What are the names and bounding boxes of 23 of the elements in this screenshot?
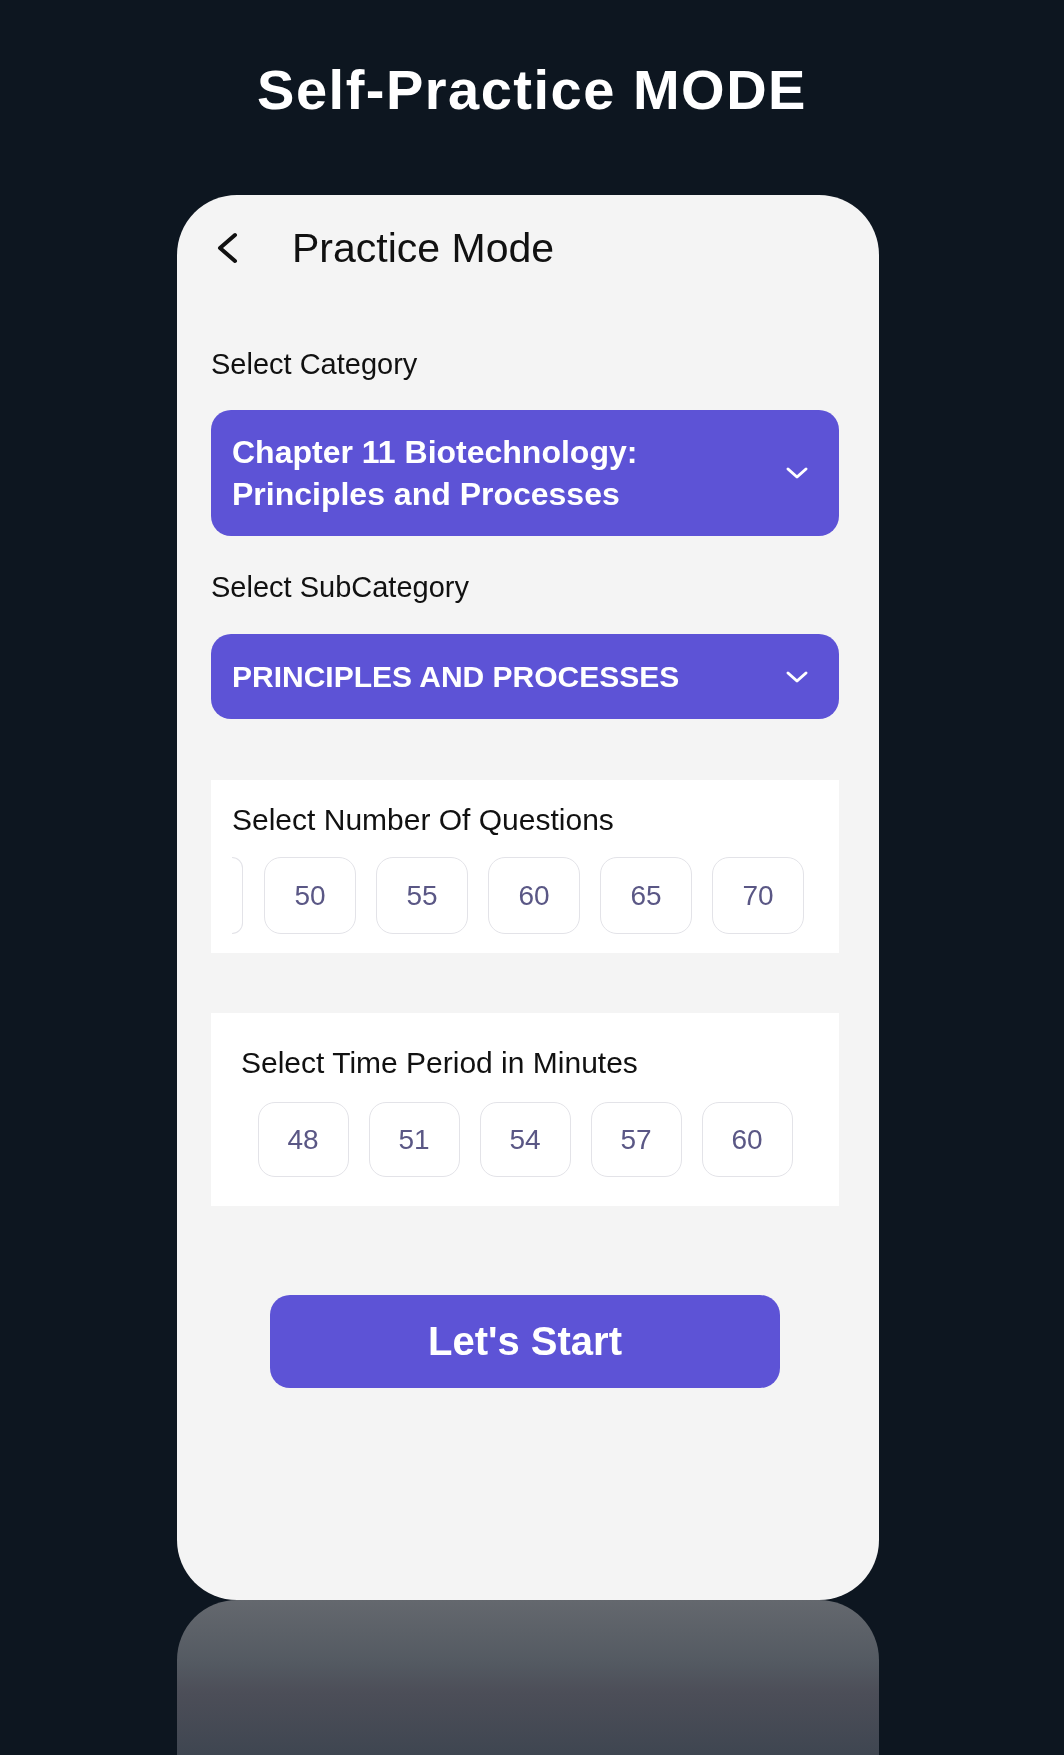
option-chip[interactable]: 60	[488, 857, 580, 934]
option-chip[interactable]: 48	[257, 1102, 349, 1177]
back-button[interactable]	[216, 232, 238, 264]
option-chip[interactable]: 60	[701, 1102, 793, 1177]
field-label: Select Category	[211, 348, 419, 380]
option-chip[interactable]: 70	[712, 857, 804, 934]
option-chip[interactable]: 57	[590, 1102, 682, 1177]
subcategory-dropdown[interactable]: PRINCIPLES AND PROCESSES	[211, 634, 839, 719]
screen-title: Practice Mode	[292, 225, 555, 271]
chevron-left-icon	[216, 232, 238, 264]
field-label: Select SubCategory	[211, 571, 470, 603]
chevron-down-icon	[785, 466, 809, 480]
option-chip[interactable]: 54	[479, 1102, 571, 1177]
panel-label: Select Number Of Questions	[232, 804, 615, 836]
chevron-down-icon	[785, 669, 809, 684]
page-title: Self-Practice MODE	[257, 58, 807, 122]
option-chip[interactable]: 51	[368, 1102, 460, 1177]
panel-label: Select Time Period in Minutes	[241, 1047, 639, 1079]
option-chip[interactable]: 55	[376, 857, 468, 934]
start-button[interactable]: Let's Start	[270, 1295, 780, 1388]
category-dropdown[interactable]: Chapter 11 Biotechnology: Principles and Processes	[211, 410, 839, 536]
option-chip[interactable]: 65	[600, 857, 692, 934]
option-chip[interactable]: 50	[264, 857, 356, 934]
